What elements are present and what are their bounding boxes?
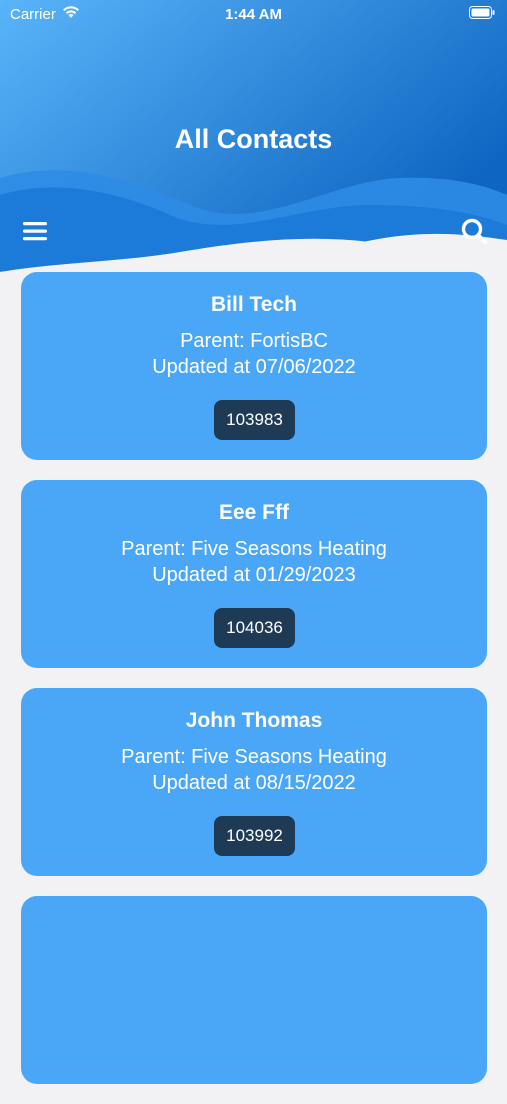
hamburger-menu-icon: [23, 222, 47, 241]
contact-parent: Parent: Five Seasons Heating: [121, 746, 387, 768]
contact-card[interactable]: John Thomas Parent: Five Seasons Heating…: [21, 688, 487, 876]
contact-id-badge: 103992: [214, 816, 295, 856]
contact-parent: Parent: Five Seasons Heating: [121, 538, 387, 560]
contact-card-partial[interactable]: [21, 896, 487, 1084]
contact-updated-date: Updated at 07/06/2022: [152, 356, 356, 378]
contact-id-badge: 103983: [214, 400, 295, 440]
search-icon: [461, 218, 487, 244]
contact-id-badge: 104036: [214, 608, 295, 648]
contact-name: Bill Tech: [211, 293, 297, 316]
contact-list: Bill Tech Parent: FortisBC Updated at 07…: [21, 272, 487, 1104]
contact-card[interactable]: Bill Tech Parent: FortisBC Updated at 07…: [21, 272, 487, 460]
header: Carrier 1:44 AM All Contacts: [0, 0, 507, 280]
status-bar: Carrier 1:44 AM: [0, 0, 507, 30]
contact-parent: Parent: FortisBC: [180, 330, 328, 352]
contact-name: Eee Fff: [218, 501, 289, 524]
menu-button[interactable]: [20, 217, 50, 245]
contact-updated-date: Updated at 08/15/2022: [152, 772, 356, 794]
search-button[interactable]: [459, 216, 489, 246]
page-title: All Contacts: [174, 124, 333, 154]
battery-icon: [469, 6, 495, 23]
contact-name: John Thomas: [185, 709, 323, 732]
contact-card[interactable]: Eee Fff Parent: Five Seasons Heating Upd…: [21, 480, 487, 668]
contact-updated-date: Updated at 01/29/2023: [152, 564, 356, 586]
status-time: 1:44 AM: [225, 6, 282, 23]
